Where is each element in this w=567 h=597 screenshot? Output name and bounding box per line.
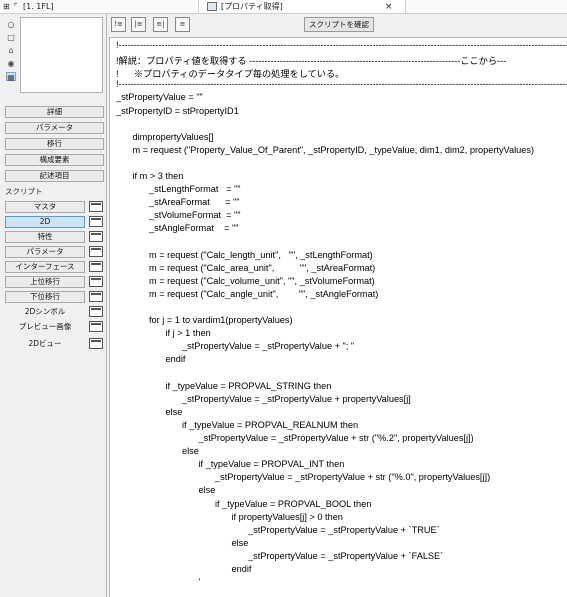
- code-line: else: [165, 406, 183, 417]
- window-toggle-icon[interactable]: [89, 231, 103, 242]
- indent-icon[interactable]: ≡|: [153, 17, 168, 32]
- code-line: _stPropertyValue = _stPropertyValue + pr…: [182, 393, 411, 404]
- script-item-3[interactable]: パラメータ: [5, 246, 85, 258]
- window-title: [プロパティ取得]: [221, 2, 283, 11]
- sphere-tool-icon[interactable]: ◉: [6, 59, 16, 68]
- descriptors-button[interactable]: 記述項目: [5, 170, 104, 182]
- code-line: m = request ("Calc_area_unit", "", _stAr…: [149, 262, 376, 273]
- code-line: _stAngleFormat = "": [149, 223, 239, 234]
- code-line: _stPropertyValue = _stPropertyValue + `F…: [248, 550, 444, 561]
- code-line: if _typeValue = PROPVAL_INT then: [198, 459, 345, 470]
- script-item-5[interactable]: 上位移行: [5, 276, 85, 288]
- code-line: if j > 1 then: [165, 328, 211, 339]
- code-line: if propertyValues[j] > 0 then: [231, 511, 343, 522]
- script-item-8[interactable]: プレビュー画像: [5, 321, 85, 333]
- house-tool-icon[interactable]: ⌂: [6, 46, 16, 55]
- parameters-button[interactable]: パラメータ: [5, 122, 104, 134]
- script-item-1[interactable]: 2D: [5, 216, 85, 228]
- code-line: !解説：プロパティ値を取得する ------------------------…: [116, 56, 507, 67]
- code-editor[interactable]: !---------------------------------------…: [109, 37, 567, 597]
- window-toggle-icon[interactable]: [89, 216, 103, 227]
- window-toggle-icon[interactable]: [89, 276, 103, 287]
- floor-tab-label[interactable]: [1. 1FL]: [23, 0, 54, 14]
- code-line: _stPropertyValue = _stPropertyValue + st…: [198, 433, 474, 443]
- code-line: if _typeValue = PROPVAL_BOOL then: [215, 498, 372, 509]
- window-toggle-icon[interactable]: [89, 338, 103, 349]
- migration-button[interactable]: 移行: [5, 138, 104, 150]
- comment-icon[interactable]: !≡: [111, 17, 126, 32]
- code-line: if m > 3 then: [132, 171, 184, 181]
- script-item-9[interactable]: 2Dビュー: [5, 338, 85, 350]
- code-line: !---------------------------------------…: [116, 40, 567, 50]
- close-icon[interactable]: ×: [385, 0, 393, 14]
- code-line: else: [182, 446, 199, 457]
- code-line: m = request ("Property_Value_Of_Parent",…: [132, 144, 535, 155]
- code-line: if _typeValue = PROPVAL_REALNUM then: [182, 419, 359, 430]
- window-toggle-icon[interactable]: [89, 261, 103, 272]
- window-toggle-icon[interactable]: [89, 201, 103, 212]
- window-toggle-icon[interactable]: [89, 321, 103, 332]
- script-item-4[interactable]: インターフェース: [5, 261, 85, 273]
- code-line: _stVolumeFormat = "": [149, 210, 241, 221]
- code-line: endif: [231, 564, 252, 574]
- code-line: ! ※プロパティのデータタイプ毎の処理をしている。: [116, 69, 345, 80]
- code-line: dimpropertyValues[]: [132, 131, 214, 142]
- script-item-6[interactable]: 下位移行: [5, 291, 85, 303]
- script-item-2[interactable]: 特性: [5, 231, 85, 243]
- window-toggle-icon[interactable]: [89, 306, 103, 317]
- script-item-7[interactable]: 2Dシンボル: [5, 306, 85, 318]
- window-icon: [207, 2, 217, 11]
- rectangle-tool-icon[interactable]: □: [6, 33, 16, 42]
- code-line: else: [231, 537, 249, 548]
- grid-icon[interactable]: ⊞: [3, 0, 10, 14]
- script-toolbar: !≡ |≡ ≡| ≡ スクリプトを確認: [107, 14, 567, 36]
- script-item-0[interactable]: マスタ: [5, 201, 85, 213]
- circle-tool-icon[interactable]: ○: [6, 20, 16, 29]
- components-button[interactable]: 構成要素: [5, 154, 104, 166]
- window-toggle-icon[interactable]: [89, 246, 103, 257]
- code-line: ': [198, 577, 201, 588]
- floor-plan-icon: ⌜: [14, 2, 18, 11]
- code-line: _stPropertyValue = _stPropertyValue + `T…: [248, 524, 440, 535]
- code-line: else: [198, 485, 216, 496]
- code-line: endif: [165, 354, 186, 365]
- window-toggle-icon[interactable]: [89, 291, 103, 302]
- left-palette: ○ □ ⌂ ◉ ▦ 詳細 パラメータ 移行 構成要素 記述項目 スクリプト マス…: [0, 14, 107, 597]
- code-line: for j = 1 to vardim1(propertyValues): [149, 315, 293, 326]
- check-script-button[interactable]: スクリプトを確認: [304, 17, 374, 32]
- code-line: _stPropertyValue = _stPropertyValue + ";…: [182, 341, 355, 352]
- uncomment-icon[interactable]: |≡: [131, 17, 146, 32]
- code-line: _stPropertyValue = "": [116, 92, 203, 103]
- scripts-section-label: スクリプト: [5, 187, 43, 196]
- code-line: m = request ("Calc_angle_unit", "", _stA…: [149, 288, 379, 299]
- code-line: if _typeValue = PROPVAL_STRING then: [165, 380, 332, 391]
- code-line: _stLengthFormat = "": [149, 184, 241, 195]
- grid-tool-icon[interactable]: ▦: [6, 72, 16, 82]
- code-line: _stPropertyID = stPropertyID1: [116, 105, 239, 116]
- code-line: m = request ("Calc_length_unit", "", _st…: [149, 249, 373, 260]
- code-line: m = request ("Calc_volume_unit", "", _st…: [149, 275, 375, 286]
- script-window-tab[interactable]: [プロパティ取得] ×: [198, 0, 406, 14]
- code-line: !---------------------------------------…: [116, 79, 567, 90]
- details-button[interactable]: 詳細: [5, 106, 104, 118]
- preview-pane: [20, 17, 103, 93]
- code-line: _stAreaFormat = "": [149, 197, 240, 208]
- code-line: _stPropertyValue = _stPropertyValue + st…: [215, 472, 491, 483]
- outdent-icon[interactable]: ≡: [175, 17, 190, 32]
